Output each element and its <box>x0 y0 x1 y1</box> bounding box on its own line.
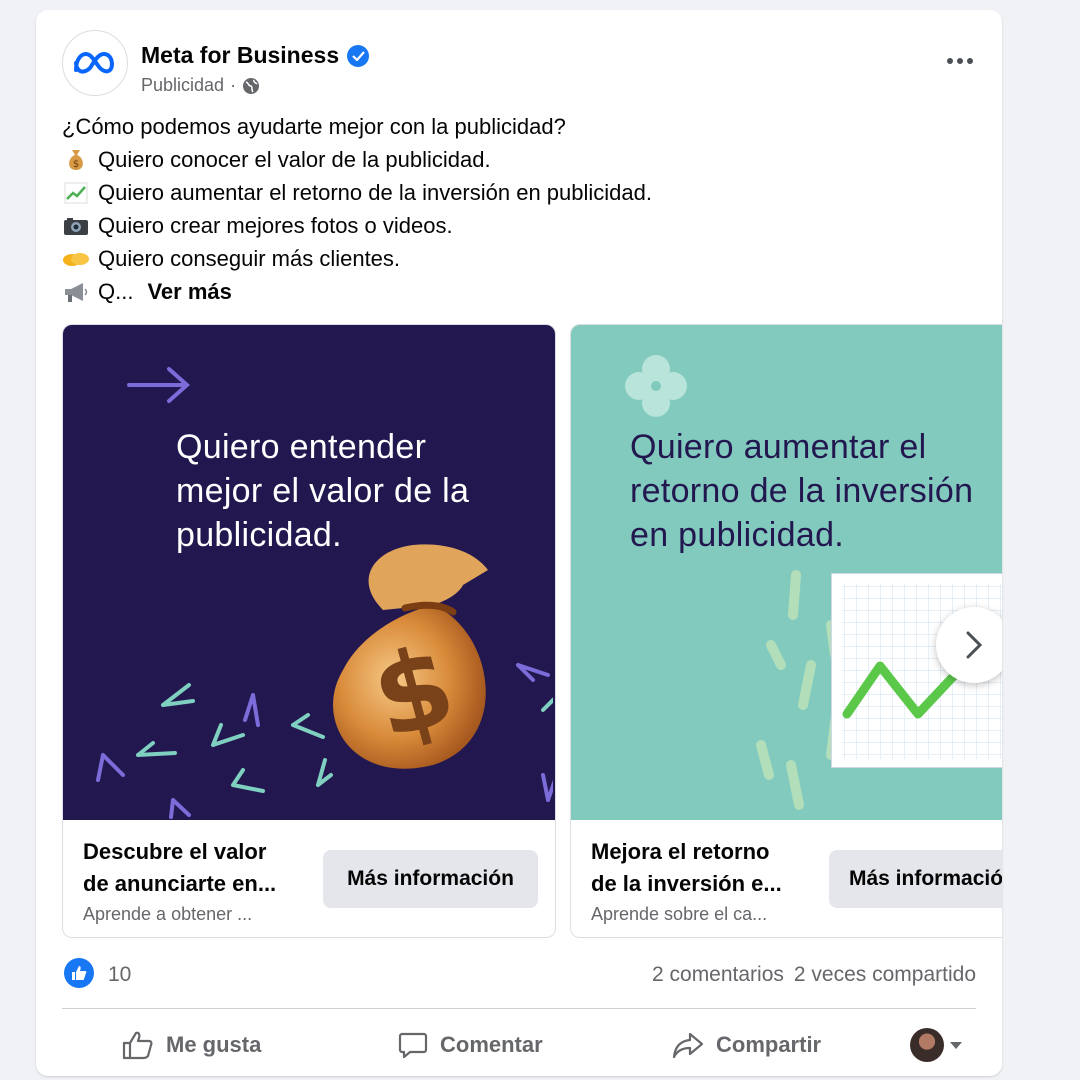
body-line-text: Quiero crear mejores fotos o videos. <box>98 213 453 238</box>
share-button-label: Compartir <box>716 1032 822 1057</box>
page-avatar[interactable] <box>62 30 128 96</box>
ad-post: Meta for Business Publicidad · ¿Cómo pod… <box>36 10 1002 1076</box>
body-line-text: Q... <box>98 279 134 304</box>
body-line-text: Quiero conseguir más clientes. <box>98 246 401 271</box>
comment-icon <box>398 1032 428 1059</box>
headline-line: mejor el valor de la <box>176 472 470 510</box>
card-footer: Descubre el valor de anunciarte en... Ap… <box>63 820 555 937</box>
megaphone-icon <box>62 280 90 304</box>
like-button-label: Me gusta <box>166 1032 262 1057</box>
more-options-button[interactable] <box>938 48 982 74</box>
card-title[interactable]: Descubre el valor de anunciarte en... <box>83 836 313 900</box>
meta-logo-icon <box>74 51 114 74</box>
arrow-right-icon <box>127 367 191 403</box>
card-headline: Quiero aumentar el retorno de la inversi… <box>630 425 1002 557</box>
learn-more-button[interactable]: Más información <box>829 850 1002 908</box>
card-title-line: de la inversión e... <box>591 871 782 896</box>
comment-button[interactable]: Comentar <box>398 1026 543 1064</box>
like-count[interactable]: 10 <box>108 963 131 987</box>
card-image[interactable]: Quiero aumentar el retorno de la inversi… <box>571 325 1002 820</box>
chevron-down-icon <box>950 1041 962 1049</box>
headline-line: Quiero aumentar el <box>630 428 927 466</box>
camera-icon <box>62 214 90 238</box>
body-line: Q... Ver más <box>62 275 962 308</box>
see-more-link[interactable]: Ver más <box>147 275 231 308</box>
share-icon <box>672 1032 704 1059</box>
post-body: ¿Cómo podemos ayudarte mejor con la publ… <box>62 110 962 308</box>
card-footer: Mejora el retorno de la inversión e... A… <box>571 820 1002 937</box>
body-line: Quiero aumentar el retorno de la inversi… <box>62 176 962 209</box>
post-stats: 10 2 comentarios 2 veces compartido <box>64 954 976 994</box>
body-question: ¿Cómo podemos ayudarte mejor con la publ… <box>62 110 962 143</box>
money-bag-icon: $ <box>62 148 90 172</box>
card-title-line: Mejora el retorno <box>591 839 770 864</box>
comment-count[interactable]: 2 comentarios <box>652 963 784 987</box>
card-title[interactable]: Mejora el retorno de la inversión e... <box>591 836 821 900</box>
verified-badge-icon <box>347 44 370 67</box>
svg-text:$: $ <box>73 159 79 170</box>
divider <box>62 1008 976 1009</box>
headline-line: Quiero entender <box>176 428 427 466</box>
headline-line: en publicidad. <box>630 516 845 554</box>
share-button[interactable]: Compartir <box>672 1026 821 1064</box>
ad-carousel: Quiero entender mejor el valor de la pub… <box>62 324 1002 940</box>
page-name-row: Meta for Business <box>141 42 370 69</box>
headline-line: retorno de la inversión <box>630 472 974 510</box>
handshake-icon <box>62 247 90 271</box>
comment-button-label: Comentar <box>440 1032 543 1057</box>
carousel-next-button[interactable] <box>936 607 1002 683</box>
like-reaction-icon[interactable] <box>64 958 94 988</box>
body-line-text: Quiero aumentar el retorno de la inversi… <box>98 180 652 205</box>
clover-icon <box>625 355 687 417</box>
card-headline: Quiero entender mejor el valor de la pub… <box>176 425 469 557</box>
thumbs-up-icon <box>122 1031 153 1060</box>
profile-switcher[interactable] <box>910 1028 962 1062</box>
post-header: Meta for Business Publicidad · <box>62 30 982 100</box>
learn-more-button[interactable]: Más información <box>323 850 538 908</box>
body-line: $ Quiero conocer el valor de la publicid… <box>62 143 962 176</box>
dot-icon <box>957 58 963 64</box>
body-question-text: ¿Cómo podemos ayudarte mejor con la publ… <box>62 114 566 139</box>
chevron-right-icon <box>966 631 983 659</box>
sponsored-label[interactable]: Publicidad <box>141 75 224 96</box>
body-line: Quiero crear mejores fotos o videos. <box>62 209 962 242</box>
share-count[interactable]: 2 veces compartido <box>794 963 976 987</box>
meta-separator: · <box>230 75 237 95</box>
card-title-line: de anunciarte en... <box>83 871 277 896</box>
body-line: Quiero conseguir más clientes. <box>62 242 962 275</box>
dot-icon <box>947 58 953 64</box>
avatar <box>910 1028 944 1062</box>
post-meta: Publicidad · <box>141 75 260 96</box>
like-button[interactable]: Me gusta <box>122 1026 261 1064</box>
carousel-card[interactable]: Quiero aumentar el retorno de la inversi… <box>570 324 1002 938</box>
chart-increasing-icon <box>62 181 90 205</box>
decorative-arrows-icon <box>96 663 553 819</box>
globe-icon <box>243 77 260 94</box>
card-description: Aprende a obtener ... <box>83 904 253 924</box>
post-actions: Me gusta Comentar Compartir <box>62 1018 976 1070</box>
page-name[interactable]: Meta for Business <box>141 42 339 69</box>
carousel-card[interactable]: Quiero entender mejor el valor de la pub… <box>62 324 556 938</box>
body-line-text: Quiero conocer el valor de la publicidad… <box>98 147 491 172</box>
card-description: Aprende sobre el ca... <box>591 904 768 924</box>
dot-icon <box>967 58 973 64</box>
card-title-line: Descubre el valor <box>83 839 267 864</box>
stats-right: 2 comentarios 2 veces compartido <box>652 963 976 987</box>
card-image[interactable]: Quiero entender mejor el valor de la pub… <box>63 325 555 820</box>
